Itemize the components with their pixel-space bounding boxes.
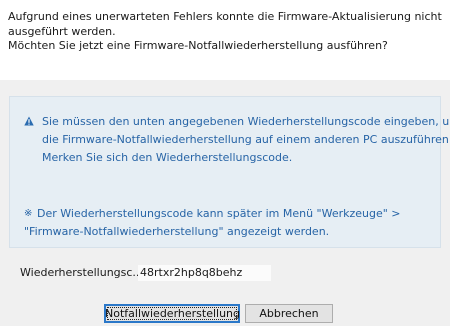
reference-mark-icon: ※ (24, 208, 33, 219)
error-message-line: ausgeführt werden. (8, 24, 116, 38)
warning-line: Merken Sie sich den Wiederherstellungsco… (42, 151, 293, 164)
error-message-line: Aufgrund eines unerwarteten Fehlers konn… (8, 10, 442, 23)
note-line: Der Wiederherstellungscode kann später i… (37, 207, 401, 220)
warning-line: die Firmware-Notfallwiederherstellung au… (42, 133, 450, 146)
question-line: Möchten Sie jetzt eine Firmware-Notfallw… (8, 39, 388, 52)
note-line: "Firmware-Notfallwiederherstellung" ange… (24, 225, 330, 238)
recovery-code-label: Wiederherstellungsc... (20, 266, 143, 279)
note-text: Der Wiederherstellungscode kann später i… (24, 205, 434, 241)
recovery-code-field[interactable]: 48rtxr2hp8q8behz (138, 265, 271, 281)
recovery-code-row: Wiederherstellungsc... 48rtxr2hp8q8behz (20, 265, 420, 281)
info-panel: Sie müssen den unten angegebenen Wiederh… (9, 96, 450, 248)
error-message: Aufgrund eines unerwarteten Fehlers konn… (8, 10, 442, 54)
warning-line: Sie müssen den unten angegebenen Wiederh… (42, 115, 450, 128)
message-area: Aufgrund eines unerwarteten Fehlers konn… (0, 0, 450, 80)
warning-text: Sie müssen den unten angegebenen Wiederh… (42, 113, 450, 167)
emergency-recovery-button[interactable]: Notfallwiederherstellung (104, 304, 240, 323)
warning-icon (24, 116, 34, 126)
cancel-button[interactable]: Abbrechen (245, 304, 333, 323)
